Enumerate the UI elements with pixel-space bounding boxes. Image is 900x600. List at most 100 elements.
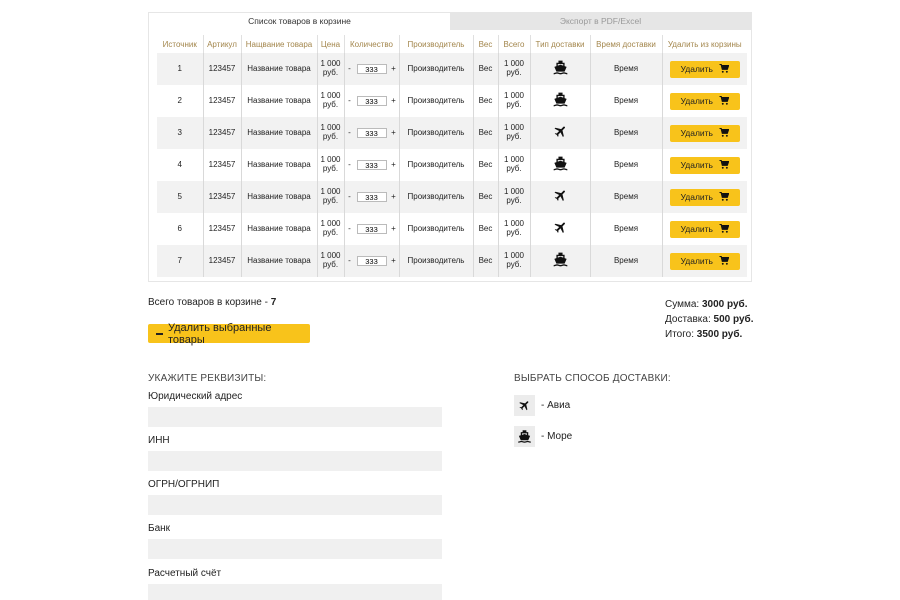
cell-sku: 123457 [203,53,242,85]
table-row: 3123457Название товара1 000 руб.-+Произв… [157,117,747,149]
cell-sku: 123457 [203,181,242,213]
cell-source: 5 [157,181,204,213]
qty-plus-button[interactable]: + [391,256,397,266]
cell-total: 1 000 руб. [498,85,531,117]
delete-item-label: Удалить [680,96,713,106]
cell-weight: Вес [473,245,499,277]
bank-label: Банк [148,523,171,534]
qty-plus-button[interactable]: + [391,96,397,106]
cart-total-value: 7 [270,297,277,308]
bank-input[interactable] [148,539,442,559]
ship-icon [552,92,569,110]
ship-icon [514,426,535,447]
delete-item-label: Удалить [680,64,713,74]
cart-table: Источник Артикул Нащвание товара Цена Ко… [157,35,747,277]
qty-minus-button[interactable]: - [347,192,353,202]
qty-input[interactable] [356,192,387,202]
qty-minus-button[interactable]: - [347,160,353,170]
qty-minus-button[interactable]: - [347,128,353,138]
cell-source: 7 [157,245,204,277]
delete-item-button[interactable]: Удалить [669,92,740,110]
cart-icon [719,127,730,139]
delete-item-button[interactable]: Удалить [669,124,740,142]
qty-input[interactable] [356,256,387,266]
qty-minus-button[interactable]: - [347,256,353,266]
cell-source: 1 [157,53,204,85]
qty-input[interactable] [356,64,387,74]
cell-total: 1 000 руб. [498,53,531,85]
tab-export[interactable]: Экспорт в PDF/Excel [450,13,751,30]
tab-bar: Список товаров в корзине Экспорт в PDF/E… [149,13,751,30]
qty-input[interactable] [356,160,387,170]
qty-minus-button[interactable]: - [347,224,353,234]
grand-total-value: 3500 руб. [696,329,743,340]
qty-plus-button[interactable]: + [391,160,397,170]
delete-selected-button[interactable]: Удалить выбранные товары [148,321,310,346]
delete-item-button[interactable]: Удалить [669,252,740,270]
cell-weight: Вес [473,85,499,117]
cell-delivery-type [530,53,591,85]
cell-price: 1 000 руб. [317,213,345,245]
col-header-name: Нащвание товара [241,35,318,53]
delete-item-label: Удалить [680,160,713,170]
cell-price: 1 000 руб. [317,245,345,277]
qty-minus-button[interactable]: - [347,64,353,74]
delete-selected-label: Удалить выбранные товары [167,321,272,346]
qty-plus-button[interactable]: + [391,224,397,234]
cell-source: 6 [157,213,204,245]
cell-name: Название товара [241,213,318,245]
quantity-stepper: -+ [347,192,397,202]
quantity-stepper: -+ [347,64,397,74]
delete-item-label: Удалить [680,128,713,138]
delete-item-button[interactable]: Удалить [669,188,740,206]
table-row: 4123457Название товара1 000 руб.-+Произв… [157,149,747,181]
delivery-cost-value: 500 руб. [713,314,754,325]
legal-address-input[interactable] [148,407,442,427]
cell-total: 1 000 руб. [498,117,531,149]
quantity-stepper: -+ [347,128,397,138]
cell-maker: Производитель [399,149,474,181]
col-header-total: Всего [498,35,531,53]
table-header-row: Источник Артикул Нащвание товара Цена Ко… [157,35,747,53]
inn-input[interactable] [148,451,442,471]
cart-icon [719,95,730,107]
cell-price: 1 000 руб. [317,149,345,181]
delete-item-button[interactable]: Удалить [669,60,740,78]
cart-icon [719,63,730,75]
cell-maker: Производитель [399,117,474,149]
qty-input[interactable] [356,224,387,234]
delivery-option-air-label: - Авиа [541,400,571,411]
qty-input[interactable] [356,128,387,138]
ogrn-input[interactable] [148,495,442,515]
cell-price: 1 000 руб. [317,53,345,85]
cell-delete: Удалить [662,245,747,277]
table-row: 5123457Название товара1 000 руб.-+Произв… [157,181,747,213]
cell-name: Название товара [241,181,318,213]
delete-item-label: Удалить [680,256,713,266]
cell-qty: -+ [344,181,400,213]
cell-total: 1 000 руб. [498,181,531,213]
cell-delivery-time: Время [590,245,663,277]
delivery-option-air[interactable]: - Авиа [514,395,570,416]
qty-input[interactable] [356,96,387,106]
qty-plus-button[interactable]: + [391,128,397,138]
cell-maker: Производитель [399,85,474,117]
qty-minus-button[interactable]: - [347,96,353,106]
table-row: 7123457Название товара1 000 руб.-+Произв… [157,245,747,277]
ship-icon [552,252,569,270]
cell-delivery-type [530,213,591,245]
delete-item-label: Удалить [680,192,713,202]
minus-icon [156,332,163,335]
account-input[interactable] [148,584,442,600]
qty-plus-button[interactable]: + [391,192,397,202]
cell-sku: 123457 [203,245,242,277]
delivery-option-sea[interactable]: - Море [514,426,572,447]
delete-item-button[interactable]: Удалить [669,156,740,174]
ship-icon [552,60,569,78]
cell-delivery-type [530,149,591,181]
qty-plus-button[interactable]: + [391,64,397,74]
col-header-qty: Количество [344,35,400,53]
tab-cart-list[interactable]: Список товаров в корзине [149,13,450,30]
cell-maker: Производитель [399,245,474,277]
delete-item-button[interactable]: Удалить [669,220,740,238]
